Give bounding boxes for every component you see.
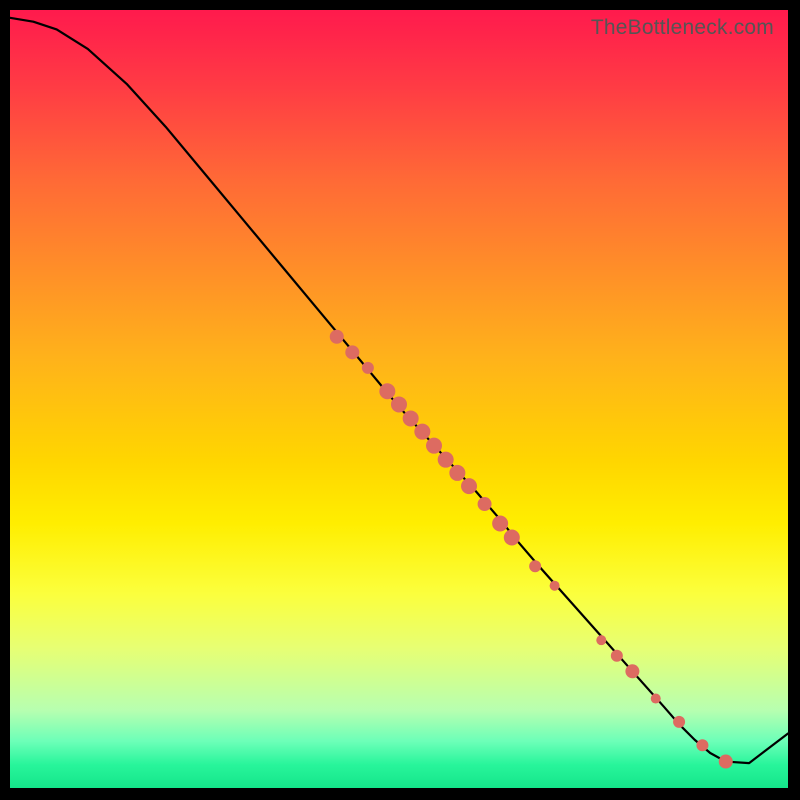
data-marker [696, 739, 708, 751]
chart-svg [10, 10, 788, 788]
data-marker [330, 330, 344, 344]
data-marker [403, 410, 419, 426]
chart-frame: TheBottleneck.com [0, 0, 800, 800]
data-marker [529, 560, 541, 572]
data-marker [461, 478, 477, 494]
markers-group [330, 330, 733, 769]
data-marker [478, 497, 492, 511]
data-marker [449, 465, 465, 481]
data-marker [492, 515, 508, 531]
data-marker [719, 755, 733, 769]
data-marker [504, 529, 520, 545]
data-marker [651, 694, 661, 704]
data-marker [391, 396, 407, 412]
data-marker [596, 635, 606, 645]
data-marker [362, 362, 374, 374]
data-marker [625, 664, 639, 678]
data-marker [426, 438, 442, 454]
bottleneck-curve [10, 18, 788, 763]
data-marker [414, 424, 430, 440]
plot-area: TheBottleneck.com [10, 10, 788, 788]
data-marker [673, 716, 685, 728]
data-marker [345, 345, 359, 359]
data-marker [379, 383, 395, 399]
data-marker [611, 650, 623, 662]
data-marker [550, 581, 560, 591]
data-marker [438, 452, 454, 468]
